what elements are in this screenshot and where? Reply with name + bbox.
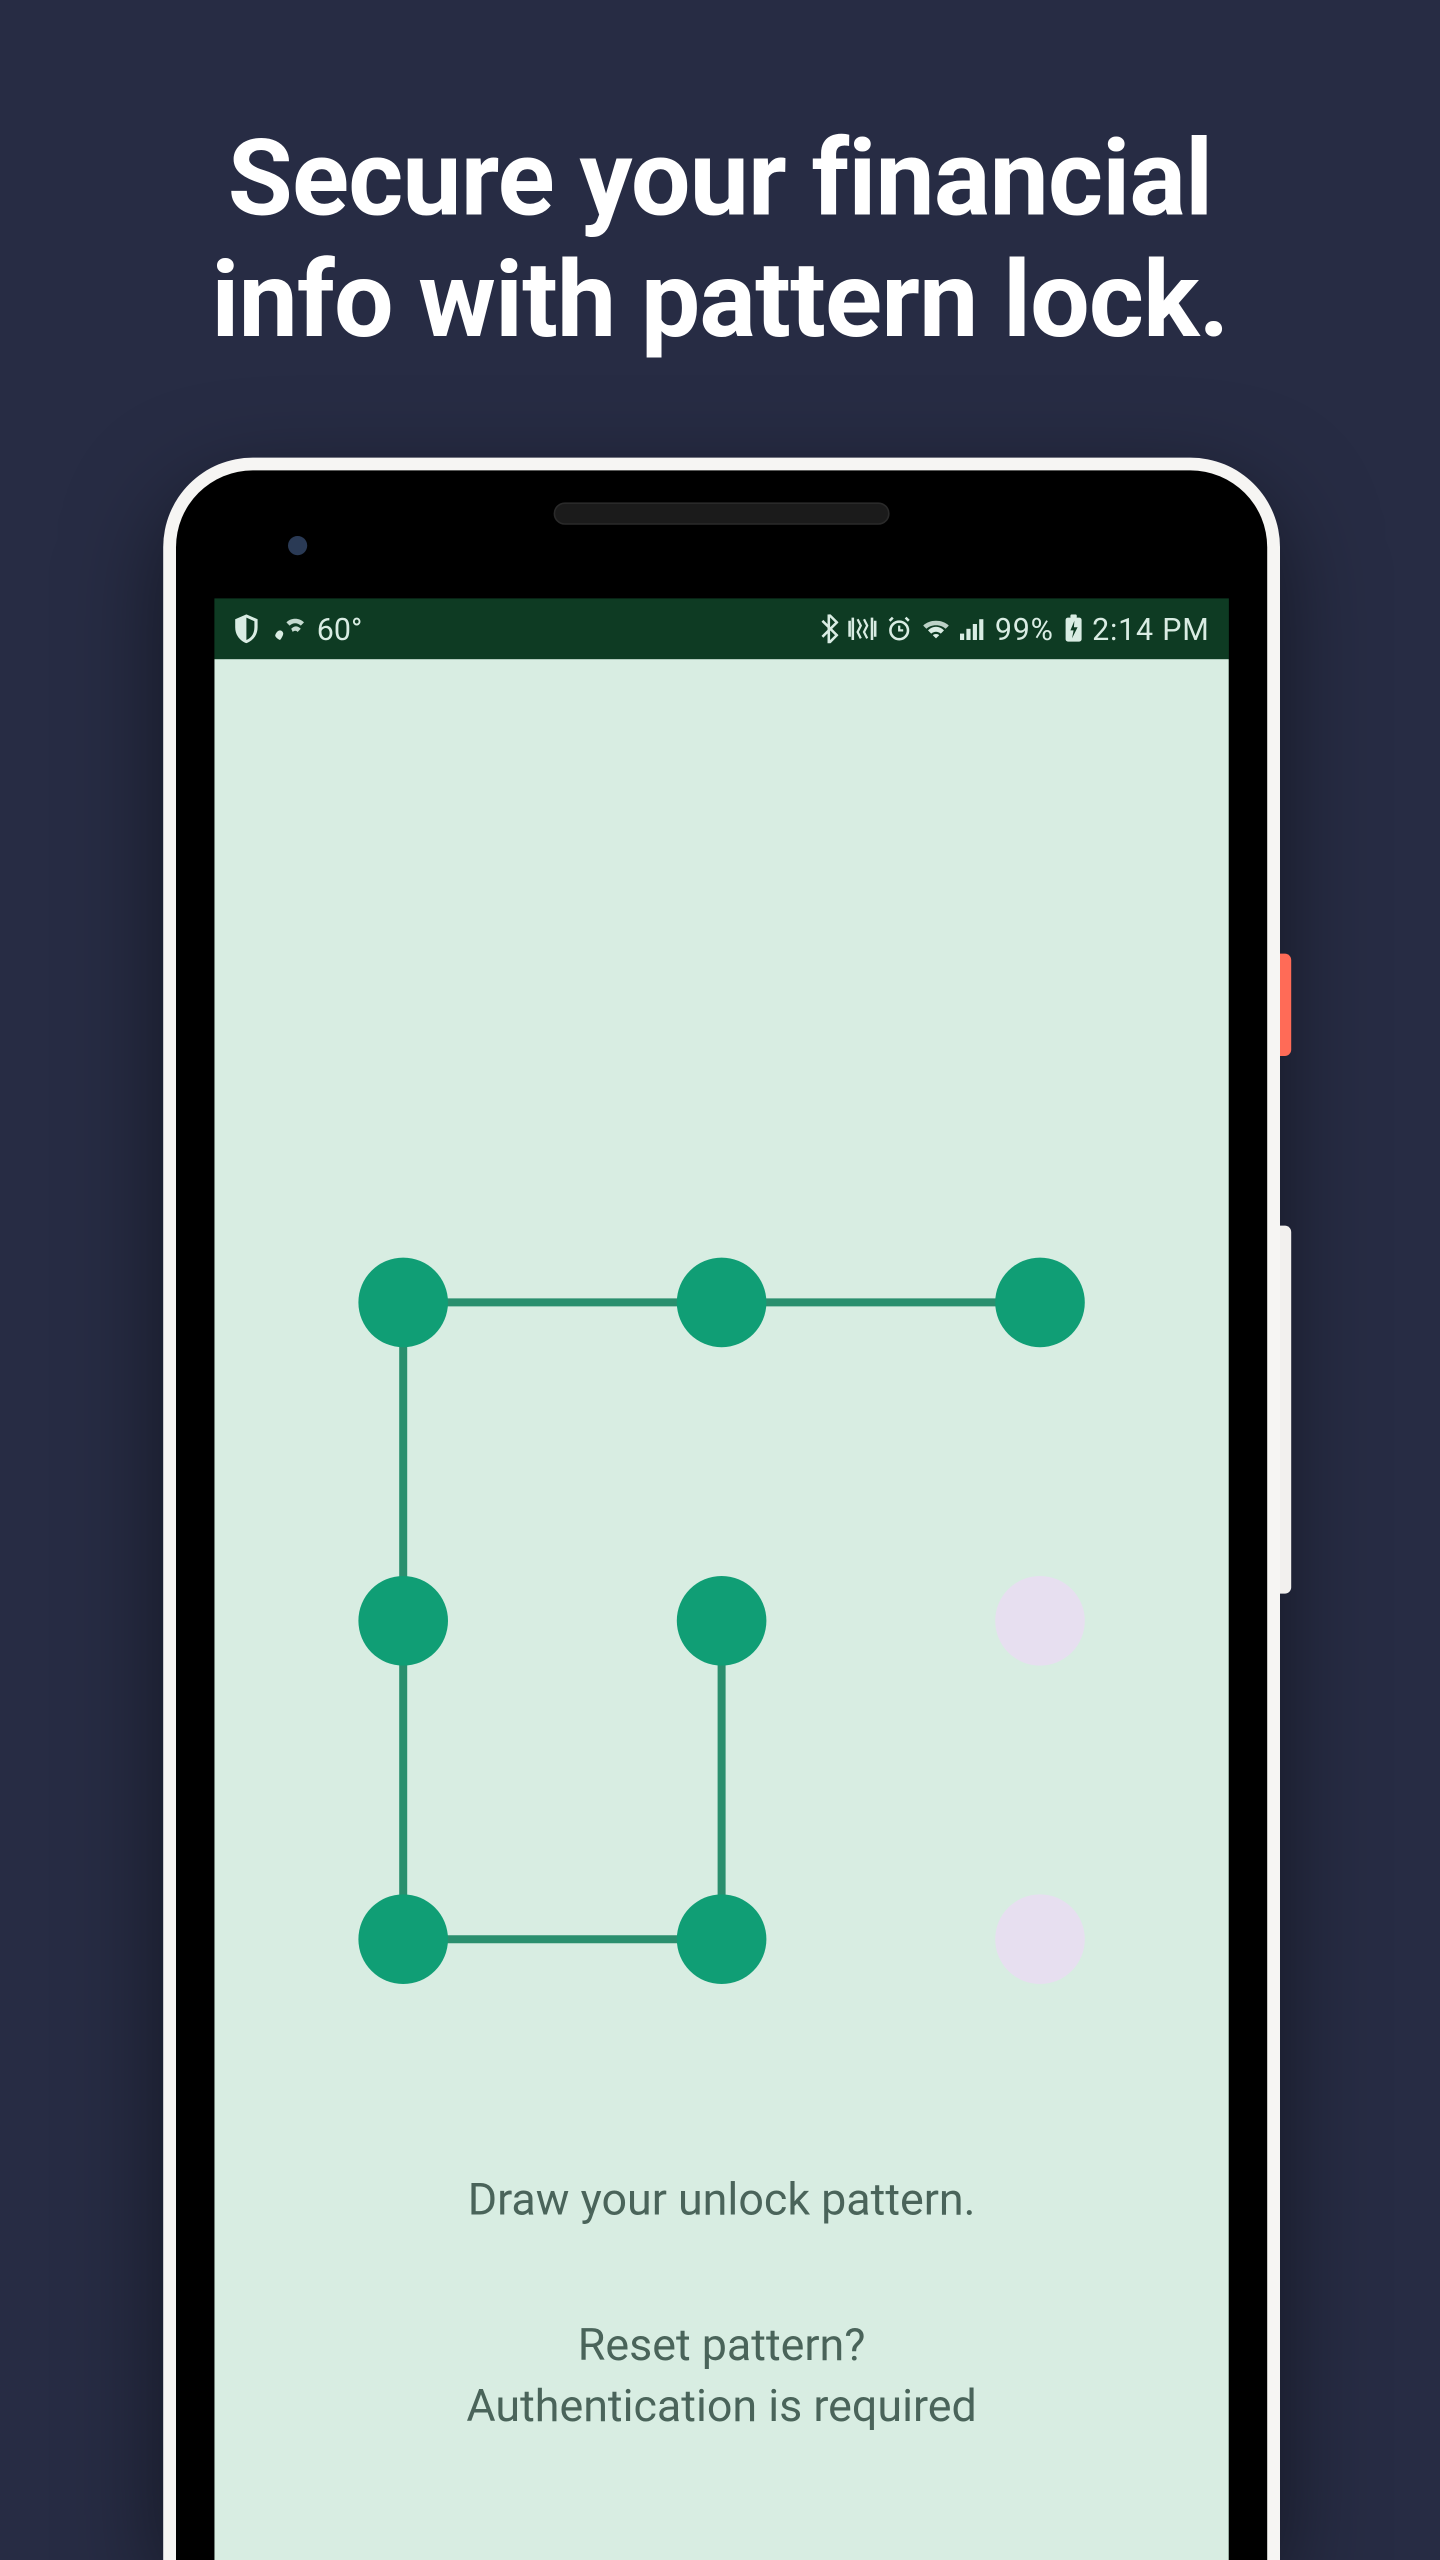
pattern-dot-4[interactable]: [677, 1576, 767, 1666]
auth-required-text: Authentication is required: [214, 2376, 1228, 2436]
pattern-dot-1[interactable]: [677, 1258, 767, 1348]
vibrate-icon: [848, 616, 877, 642]
promo-headline-line1: Secure your financial: [228, 118, 1213, 241]
signal-icon: [960, 618, 986, 640]
phone-device-frame: 60°: [163, 458, 1280, 2560]
battery-charging-icon: [1063, 614, 1082, 643]
status-temperature: 60°: [317, 610, 363, 647]
reset-pattern-prompt: Reset pattern?: [214, 2315, 1228, 2375]
status-time: 2:14 PM: [1092, 610, 1210, 647]
pattern-dot-7[interactable]: [677, 1894, 767, 1984]
bluetooth-icon: [819, 614, 838, 643]
app-lock-screen: Draw your unlock pattern. Reset pattern?…: [214, 659, 1228, 2560]
front-camera: [288, 536, 307, 555]
pattern-dot-3[interactable]: [358, 1576, 448, 1666]
status-bar: 60°: [214, 598, 1228, 659]
pattern-dot-5[interactable]: [995, 1576, 1085, 1666]
promo-headline: Secure your financial info with pattern …: [0, 120, 1440, 363]
pattern-dot-6[interactable]: [358, 1894, 448, 1984]
power-button[interactable]: [1280, 954, 1291, 1056]
reset-pattern-block[interactable]: Reset pattern? Authentication is require…: [214, 2315, 1228, 2436]
promo-headline-line2: info with pattern lock.: [211, 240, 1228, 363]
phone-screen: 60°: [214, 598, 1228, 2560]
status-bar-left: 60°: [234, 610, 363, 647]
pattern-dot-8[interactable]: [995, 1894, 1085, 1984]
wifi-icon: [921, 618, 950, 640]
pattern-dot-2[interactable]: [995, 1258, 1085, 1348]
status-battery-pct: 99%: [995, 610, 1054, 647]
volume-button[interactable]: [1280, 1226, 1291, 1594]
shield-icon: [234, 614, 260, 643]
pattern-lock-grid[interactable]: [355, 1254, 1088, 1987]
pattern-dot-0[interactable]: [358, 1258, 448, 1348]
speaker-grill: [554, 502, 890, 524]
instruction-text: Draw your unlock pattern.: [214, 2173, 1228, 2226]
status-bar-right: 99% 2:14 PM: [819, 610, 1210, 647]
alarm-icon: [886, 616, 912, 642]
wifi-calling-icon: [272, 616, 304, 642]
